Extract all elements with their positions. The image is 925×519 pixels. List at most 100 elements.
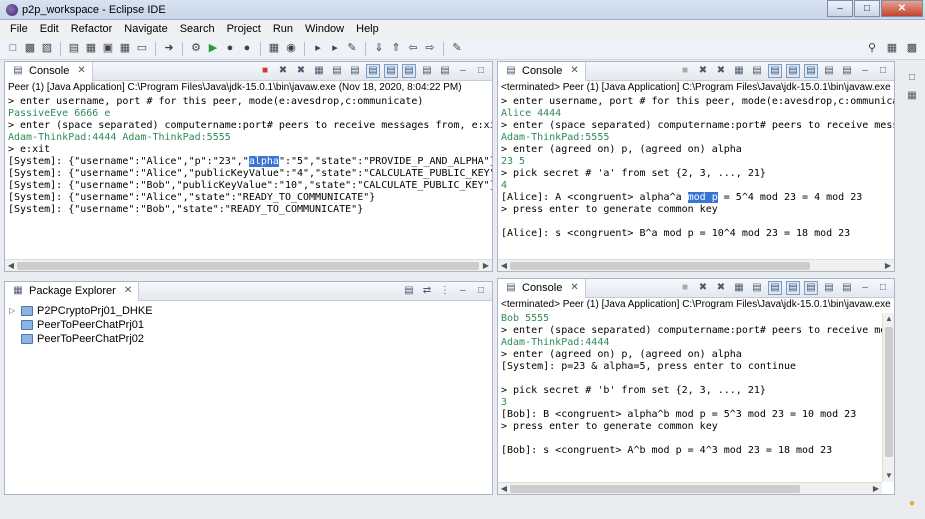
remove-all-terminated-icon[interactable]: ✖ <box>294 64 308 78</box>
terminal-icon[interactable]: ▣ <box>101 42 115 56</box>
expand-icon[interactable]: ▷ <box>9 307 17 315</box>
close-tab-icon[interactable]: ✕ <box>77 66 85 76</box>
horizontal-scrollbar[interactable]: ◀ ▶ <box>498 259 894 271</box>
terminate-icon[interactable]: ■ <box>678 64 692 78</box>
maximize-button[interactable]: □ <box>854 0 880 17</box>
search-icon[interactable]: ⚲ <box>865 41 879 55</box>
new-icon[interactable]: □ <box>6 42 20 56</box>
remove-launch-icon[interactable]: ✖ <box>276 64 290 78</box>
scroll-lock-icon[interactable]: ▤ <box>750 64 764 78</box>
remove-all-terminated-icon[interactable]: ✖ <box>714 64 728 78</box>
menu-navigate[interactable]: Navigate <box>118 23 173 35</box>
pin-console-icon[interactable]: ▤ <box>804 281 818 295</box>
remove-all-terminated-icon[interactable]: ✖ <box>714 281 728 295</box>
tab-console[interactable]: ▤ Console ✕ <box>498 61 586 81</box>
new-java-class-icon[interactable]: ◉ <box>284 42 298 56</box>
console-view-icon[interactable]: ▤ <box>67 42 81 56</box>
open-task-icon[interactable]: ▸ <box>328 42 342 56</box>
horizontal-scrollbar[interactable]: ◀ ▶ <box>5 259 492 271</box>
scroll-lock-icon[interactable]: ▤ <box>750 281 764 295</box>
next-annotation-icon[interactable]: ⇓ <box>372 42 386 56</box>
scrollbar-thumb[interactable] <box>17 262 479 270</box>
tasks-icon[interactable]: ▭ <box>135 42 149 56</box>
show-on-stdout-icon[interactable]: ▤ <box>366 64 380 78</box>
horizontal-scrollbar[interactable]: ◀ ▶ <box>498 482 882 494</box>
scrollbar-thumb[interactable] <box>510 485 800 493</box>
external-tools-icon[interactable]: ● <box>240 42 254 56</box>
java-perspective-icon[interactable]: ▩ <box>905 41 919 55</box>
display-console-icon[interactable]: ▤ <box>420 64 434 78</box>
minimize-view-icon[interactable]: – <box>456 284 470 298</box>
minimize-view-icon[interactable]: – <box>456 64 470 78</box>
minimize-view-icon[interactable]: – <box>858 281 872 295</box>
clear-console-icon[interactable]: ▦ <box>312 64 326 78</box>
terminate-icon[interactable]: ■ <box>258 64 272 78</box>
close-tab-icon[interactable]: ✕ <box>570 283 578 293</box>
menu-project[interactable]: Project <box>221 23 267 35</box>
tab-console[interactable]: ▤ Console ✕ <box>498 278 586 298</box>
remove-launch-icon[interactable]: ✖ <box>696 64 710 78</box>
word-wrap-icon[interactable]: ▤ <box>348 64 362 78</box>
save-all-icon[interactable]: ▧ <box>40 42 54 56</box>
menu-refactor[interactable]: Refactor <box>65 23 119 35</box>
menu-search[interactable]: Search <box>174 23 221 35</box>
pin-console-icon[interactable]: ▤ <box>402 64 416 78</box>
scroll-down-icon[interactable]: ▼ <box>883 470 895 482</box>
maximize-view-icon[interactable]: □ <box>474 284 488 298</box>
scrollbar-thumb[interactable] <box>510 262 810 270</box>
new-java-package-icon[interactable]: ▦ <box>267 42 281 56</box>
tree-item-project[interactable]: PeerToPeerChatPrj01 <box>9 318 153 332</box>
search-toolbar-icon[interactable]: ✎ <box>345 42 359 56</box>
open-console-icon[interactable]: ▤ <box>840 64 854 78</box>
open-console-icon[interactable]: ▤ <box>438 64 452 78</box>
console-output[interactable]: Bob 5555 > enter (space separated) comput… <box>498 313 882 482</box>
open-console-icon[interactable]: ▤ <box>840 281 854 295</box>
outline-view-icon[interactable]: ▦ <box>906 90 918 102</box>
menu-run[interactable]: Run <box>267 23 299 35</box>
open-type-icon[interactable]: ▸ <box>311 42 325 56</box>
close-tab-icon[interactable]: ✕ <box>570 66 578 76</box>
scroll-right-icon[interactable]: ▶ <box>882 260 894 272</box>
pin-console-icon[interactable]: ▤ <box>804 64 818 78</box>
minimize-view-icon[interactable]: – <box>858 64 872 78</box>
pin-editor-icon[interactable]: ✎ <box>450 42 464 56</box>
show-on-stderr-icon[interactable]: ▤ <box>786 64 800 78</box>
minimize-button[interactable]: – <box>827 0 853 17</box>
remove-launch-icon[interactable]: ✖ <box>696 281 710 295</box>
back-icon[interactable]: ⇦ <box>406 42 420 56</box>
maximize-view-icon[interactable]: □ <box>876 64 890 78</box>
link-with-editor-icon[interactable]: ⇄ <box>420 284 434 298</box>
menu-window[interactable]: Window <box>299 23 350 35</box>
clear-console-icon[interactable]: ▦ <box>732 281 746 295</box>
show-on-stderr-icon[interactable]: ▤ <box>786 281 800 295</box>
menu-file[interactable]: File <box>4 23 34 35</box>
menu-edit[interactable]: Edit <box>34 23 65 35</box>
console-output[interactable]: > enter username, port # for this peer, … <box>498 96 894 259</box>
outline-icon[interactable]: ▦ <box>84 42 98 56</box>
display-console-icon[interactable]: ▤ <box>822 281 836 295</box>
build-icon[interactable]: ▦ <box>118 42 132 56</box>
previous-annotation-icon[interactable]: ⇑ <box>389 42 403 56</box>
scrollbar-thumb[interactable] <box>885 327 893 457</box>
scroll-right-icon[interactable]: ▶ <box>870 483 882 495</box>
maximize-view-icon[interactable]: □ <box>474 64 488 78</box>
open-perspective-icon[interactable]: ▦ <box>885 41 899 55</box>
display-console-icon[interactable]: ▤ <box>822 64 836 78</box>
scroll-right-icon[interactable]: ▶ <box>480 260 492 272</box>
terminate-icon[interactable]: ■ <box>678 281 692 295</box>
scroll-left-icon[interactable]: ◀ <box>5 260 17 272</box>
tree-item-project[interactable]: ▷ P2PCryptoPrj01_DHKE <box>9 304 153 318</box>
debug-icon[interactable]: ⚙ <box>189 42 203 56</box>
vertical-scrollbar[interactable]: ▲ ▼ <box>882 313 894 482</box>
run-icon[interactable]: ▶ <box>206 42 220 56</box>
menu-help[interactable]: Help <box>350 23 385 35</box>
forward-icon[interactable]: ⇨ <box>423 42 437 56</box>
skip-breakpoints-icon[interactable]: ➜ <box>162 42 176 56</box>
view-menu-icon[interactable]: ⋮ <box>438 284 452 298</box>
tab-console[interactable]: ▤ Console ✕ <box>5 61 93 81</box>
show-on-stdout-icon[interactable]: ▤ <box>768 281 782 295</box>
scroll-lock-icon[interactable]: ▤ <box>330 64 344 78</box>
clear-console-icon[interactable]: ▦ <box>732 64 746 78</box>
console-output[interactable]: > enter username, port # for this peer, … <box>5 96 492 259</box>
scroll-left-icon[interactable]: ◀ <box>498 483 510 495</box>
